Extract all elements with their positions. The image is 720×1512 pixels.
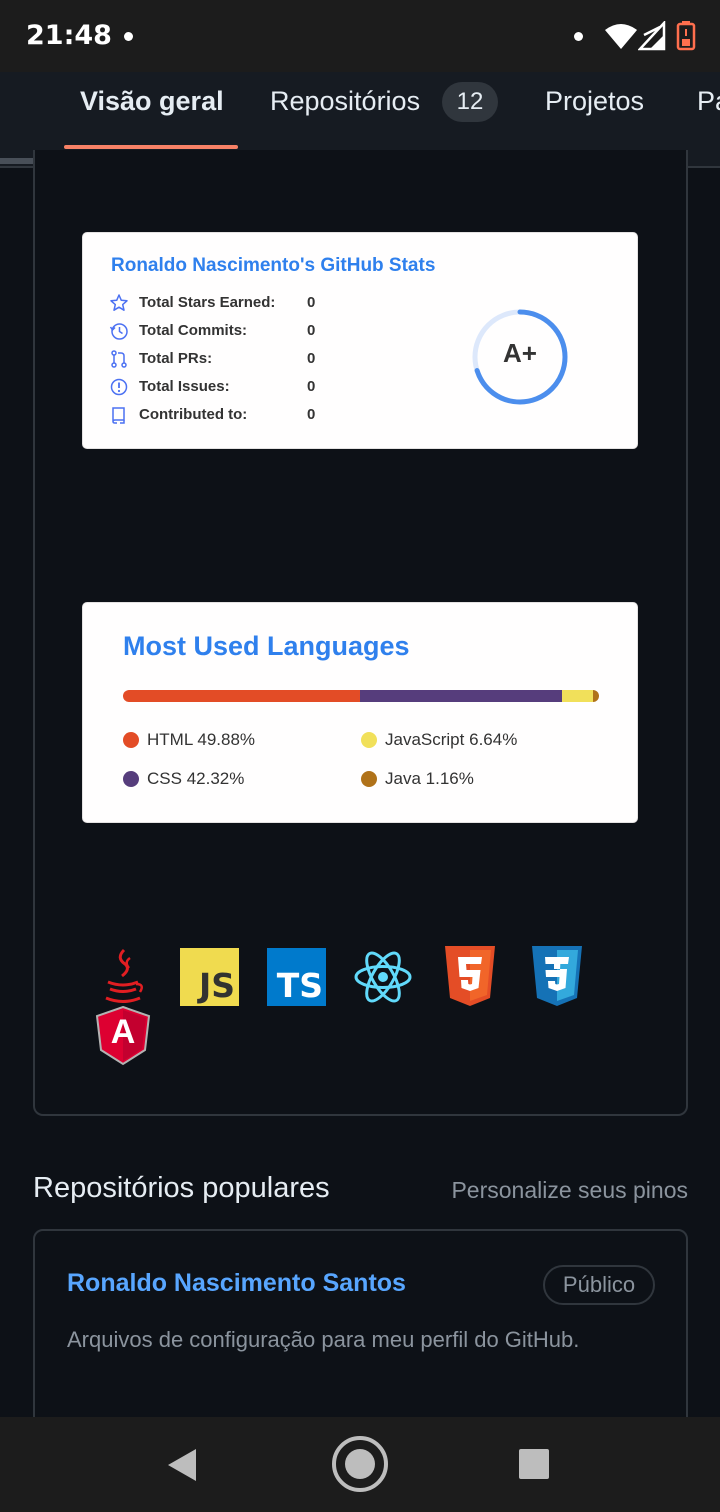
stat-value: 0 — [307, 322, 316, 339]
customize-pins-link[interactable]: Personalize seus pinos — [451, 1177, 688, 1204]
tab-packages[interactable]: Pa — [697, 86, 720, 117]
languages-bar — [123, 690, 599, 702]
stat-label: Contributed to: — [139, 406, 248, 423]
home-icon[interactable] — [331, 1435, 389, 1493]
language-bar-segment — [561, 690, 594, 702]
language-dot — [123, 771, 139, 787]
pull-request-icon — [111, 350, 127, 368]
languages-card: Most Used Languages HTML 49.88% CSS 42.3… — [82, 602, 638, 823]
rank-grade: A+ — [503, 338, 537, 368]
repositories-count-badge: 12 — [442, 82, 498, 122]
stat-row: Total Issues: 0 — [109, 377, 369, 401]
system-nav-bar — [0, 1417, 720, 1512]
status-bar: 21:48 — [0, 0, 720, 72]
status-time: 21:48 — [26, 20, 112, 51]
angular-icon-letter: A — [110, 1013, 136, 1051]
repo-name-link[interactable]: Ronaldo Nascimento Santos — [67, 1269, 406, 1298]
issue-icon — [110, 378, 128, 396]
back-icon[interactable] — [166, 1447, 198, 1483]
repo-icon — [112, 407, 125, 424]
language-dot — [361, 771, 377, 787]
tab-overview[interactable]: Visão geral — [80, 86, 224, 117]
pinned-repo-card[interactable]: Ronaldo Nascimento Santos Público Arquiv… — [33, 1229, 688, 1429]
history-icon — [109, 323, 128, 340]
html5-icon[interactable] — [443, 946, 497, 1006]
stat-row: Total Stars Earned: 0 — [109, 293, 369, 317]
typescript-icon[interactable]: TS — [267, 948, 326, 1006]
notification-dot-icon — [124, 32, 133, 41]
languages-title: Most Used Languages — [123, 631, 410, 661]
language-dot — [361, 732, 377, 748]
language-bar-segment — [123, 690, 361, 702]
stat-value: 0 — [307, 406, 316, 423]
stat-label: Total Stars Earned: — [139, 294, 276, 311]
tab-projects[interactable]: Projetos — [545, 86, 644, 117]
language-label: CSS 42.32% — [147, 769, 245, 788]
battery-icon — [676, 21, 696, 51]
stat-row: Contributed to: 0 — [109, 405, 369, 429]
recents-icon[interactable] — [518, 1448, 550, 1480]
stat-label: Total Commits: — [139, 322, 248, 339]
stats-title: Ronaldo Nascimento's GitHub Stats — [111, 255, 436, 276]
repo-description: Arquivos de configuração para meu perfil… — [67, 1327, 580, 1352]
language-bar-segment — [593, 690, 599, 702]
react-icon[interactable] — [353, 948, 413, 1006]
language-dot — [123, 732, 139, 748]
popular-repos-title: Repositórios populares — [33, 1172, 330, 1204]
wifi-icon — [605, 24, 637, 49]
signal-icon — [638, 21, 666, 51]
language-label: Java 1.16% — [385, 769, 474, 788]
javascript-icon[interactable]: JS — [180, 948, 239, 1006]
language-label: JavaScript 6.64% — [385, 730, 518, 749]
language-bar-segment — [360, 690, 562, 702]
language-label: HTML 49.88% — [147, 730, 256, 749]
css3-icon[interactable] — [530, 946, 584, 1006]
java-icon[interactable] — [98, 948, 148, 1008]
stat-value: 0 — [307, 294, 316, 311]
github-stats-card: Ronaldo Nascimento's GitHub Stats Total … — [82, 232, 638, 449]
stat-value: 0 — [307, 350, 316, 367]
stat-label: Total PRs: — [139, 350, 213, 367]
tab-repositories[interactable]: Repositórios — [270, 86, 420, 117]
stat-label: Total Issues: — [139, 378, 230, 395]
notification-dot-icon — [574, 32, 583, 41]
stat-value: 0 — [307, 378, 316, 395]
stat-row: Total PRs: 0 — [109, 349, 369, 373]
star-icon — [110, 294, 128, 311]
stat-row: Total Commits: 0 — [109, 321, 369, 345]
active-tab-indicator — [64, 145, 238, 149]
visibility-badge: Público — [543, 1265, 655, 1305]
